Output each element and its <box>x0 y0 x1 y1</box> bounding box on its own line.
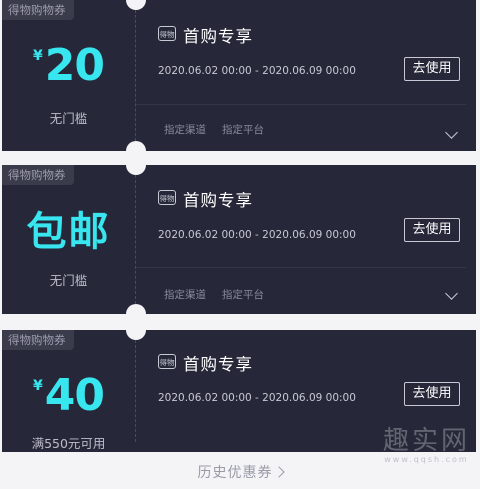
coupon-title: 首购专享 <box>183 191 253 210</box>
amount-value: 20 <box>44 40 105 91</box>
coupon-amount: 包邮 <box>26 209 111 255</box>
watermark: 趣实网 www.qqsh.com <box>383 420 470 464</box>
coupon-tag: 得物购物券 <box>2 330 74 350</box>
chevron-down-icon[interactable] <box>445 126 458 139</box>
coupon-amount: ¥40 <box>2 370 135 421</box>
platform-label: 指定平台 <box>222 124 264 136</box>
coupon-details: 得物 首购专享 2020.06.02 00:00 - 2020.06.09 00… <box>136 165 476 314</box>
chevron-right-icon <box>272 466 285 478</box>
channel-label: 指定渠道 <box>164 124 206 136</box>
coupon-condition: 无门槛 <box>49 111 88 126</box>
use-coupon-button[interactable]: 去使用 <box>404 382 460 406</box>
currency-symbol: ¥ <box>33 378 43 394</box>
coupon-scope: 指定渠道 指定平台 <box>164 122 280 137</box>
coupon-condition: 无门槛 <box>49 273 88 288</box>
coupon-card: 得物购物券 包邮 无门槛 得物 首购专享 2020.06.02 00:00 - … <box>2 165 476 314</box>
validity-dates: 2020.06.02 00:00 - 2020.06.09 00:00 <box>158 65 356 77</box>
channel-label: 指定渠道 <box>164 289 206 301</box>
coupon-tag: 得物购物券 <box>2 0 74 20</box>
coupon-value-panel: 得物购物券 ¥20 无门槛 <box>2 0 135 151</box>
watermark-url: www.qqsh.com <box>384 455 469 464</box>
platform-label: 指定平台 <box>222 289 264 301</box>
amount-value: 40 <box>44 370 105 421</box>
coupon-card: 得物购物券 ¥20 无门槛 得物 首购专享 2020.06.02 00:00 -… <box>2 0 476 151</box>
dewu-logo-icon: 得物 <box>158 354 176 369</box>
dewu-logo-icon: 得物 <box>158 26 176 41</box>
coupon-details: 得物 首购专享 2020.06.02 00:00 - 2020.06.09 00… <box>136 0 476 151</box>
coupon-tag: 得物购物券 <box>2 165 74 185</box>
chevron-down-icon[interactable] <box>445 287 458 300</box>
validity-dates: 2020.06.02 00:00 - 2020.06.09 00:00 <box>158 392 356 404</box>
divider-line <box>136 104 466 105</box>
divider-line <box>136 267 466 268</box>
history-link-label: 历史优惠券 <box>197 465 273 481</box>
currency-symbol: ¥ <box>33 48 43 64</box>
dewu-logo-icon: 得物 <box>158 190 176 205</box>
coupon-amount: ¥20 <box>2 40 135 91</box>
coupon-condition: 满550元可用 <box>31 436 106 451</box>
coupon-title: 首购专享 <box>183 355 253 374</box>
watermark-text: 趣实网 <box>382 426 470 456</box>
history-coupons-link[interactable]: 历史优惠券 <box>0 462 480 482</box>
use-coupon-button[interactable]: 去使用 <box>404 218 460 242</box>
coupon-title: 首购专享 <box>183 27 253 46</box>
coupon-scope: 指定渠道 指定平台 <box>164 287 280 302</box>
coupon-value-panel: 得物购物券 ¥40 满550元可用 <box>2 330 135 452</box>
validity-dates: 2020.06.02 00:00 - 2020.06.09 00:00 <box>158 229 356 241</box>
coupon-value-panel: 得物购物券 包邮 无门槛 <box>2 165 135 314</box>
use-coupon-button[interactable]: 去使用 <box>404 57 460 81</box>
